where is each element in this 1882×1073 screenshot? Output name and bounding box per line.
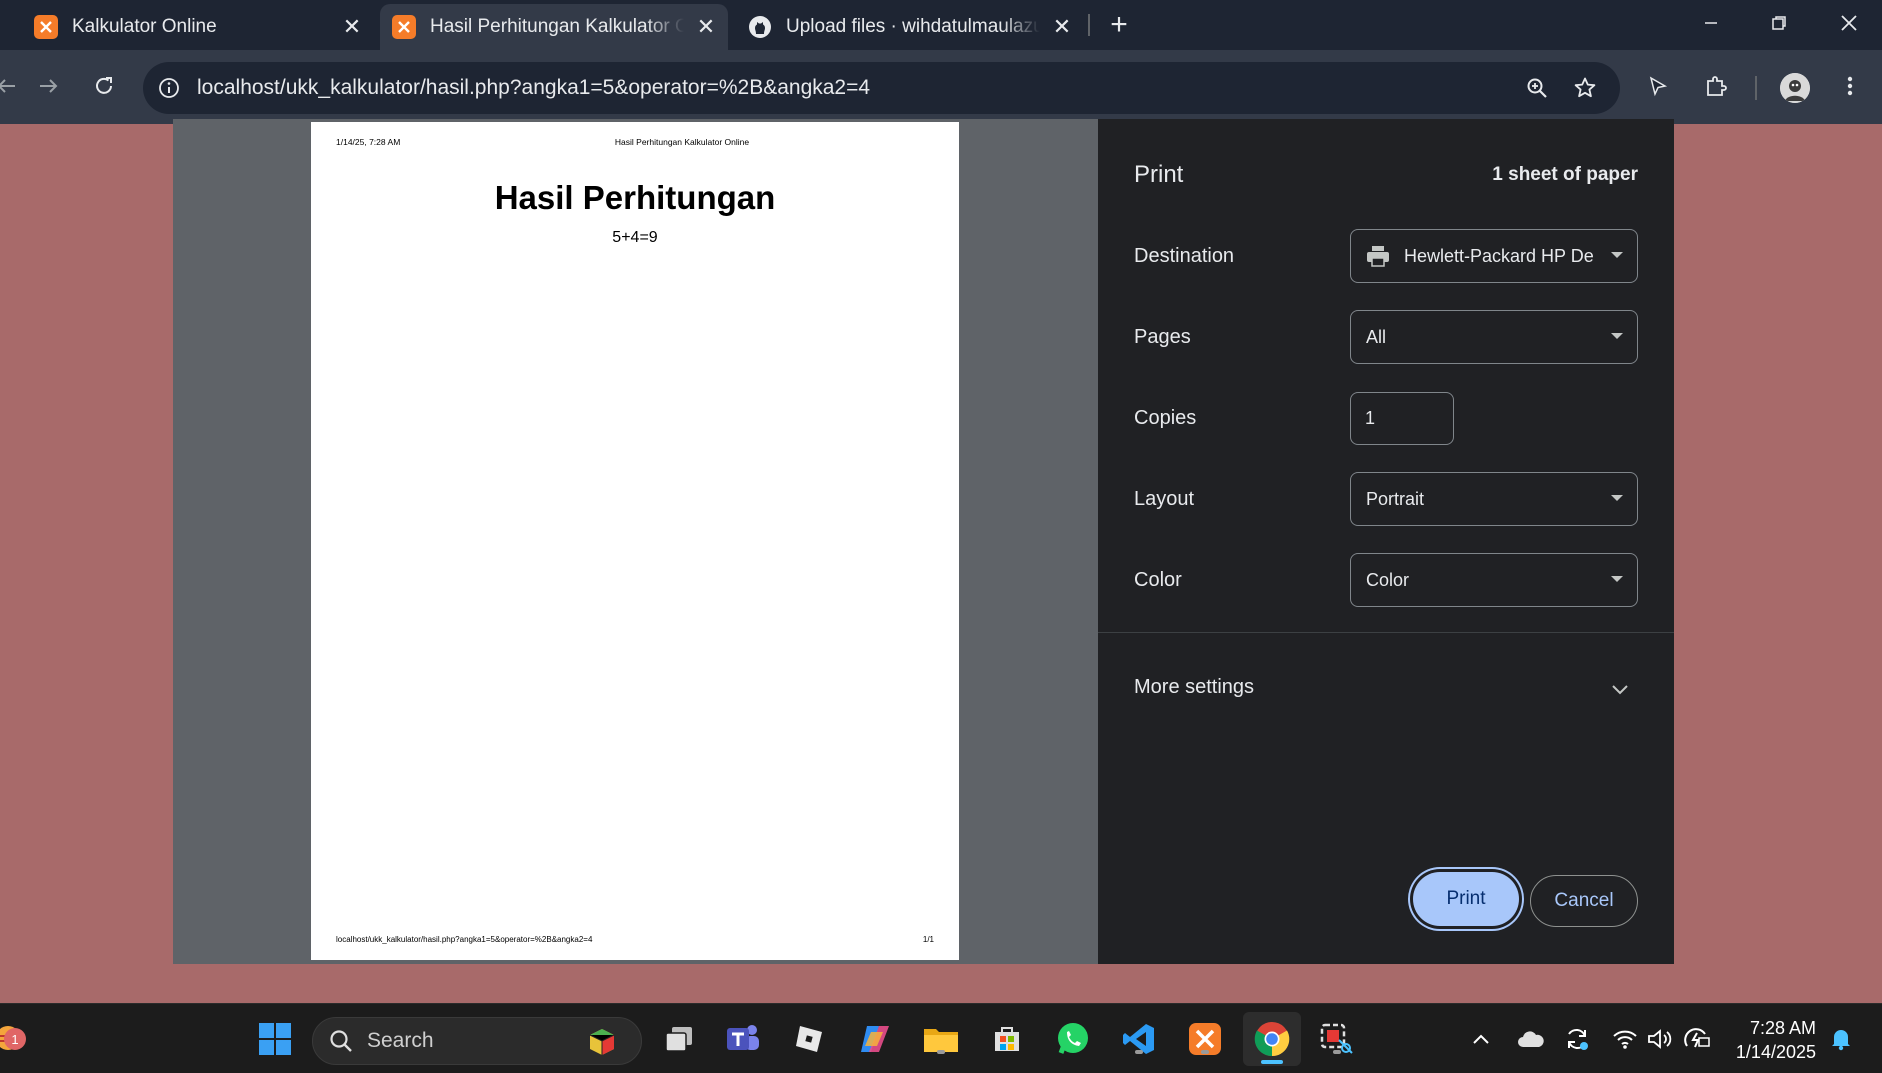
menu-kebab-icon[interactable]	[1830, 66, 1870, 106]
more-settings-toggle[interactable]: More settings	[1134, 676, 1254, 699]
chevron-down-icon[interactable]	[1608, 677, 1632, 701]
restore-icon[interactable]	[1746, 0, 1812, 46]
divider	[1098, 632, 1674, 633]
running-indicator	[1333, 1050, 1341, 1054]
wifi-icon[interactable]	[1608, 1024, 1642, 1054]
github-icon	[748, 15, 772, 39]
tab-close-icon[interactable]: ✕	[1050, 14, 1074, 39]
new-tab-icon[interactable]: +	[1102, 8, 1136, 42]
running-indicator	[1135, 1050, 1143, 1054]
windows-taskbar: 1 Search 7:28 AM 1/14/2025	[0, 1003, 1882, 1073]
pages-label: Pages	[1134, 326, 1191, 348]
page-heading: Hasil Perhitungan	[494, 179, 776, 216]
chrome-icon[interactable]	[1243, 1012, 1301, 1066]
print-title: Print	[1134, 161, 1184, 188]
sheet-count: 1 sheet of paper	[1492, 164, 1638, 185]
battery-charging-icon[interactable]	[1680, 1024, 1714, 1054]
layout-label: Layout	[1134, 488, 1195, 510]
destination-label: Destination	[1134, 245, 1235, 267]
onedrive-icon[interactable]	[1514, 1024, 1548, 1054]
tab-hasil-perhitungan[interactable]: Hasil Perhitungan Kalkulator Online ✕	[380, 4, 728, 50]
xampp-icon	[34, 15, 58, 39]
clock-date: 1/14/2025	[1735, 1042, 1816, 1062]
microsoft-store-icon[interactable]	[988, 1020, 1026, 1058]
rubiks-cube-icon	[587, 1027, 617, 1057]
windows-start-icon[interactable]	[256, 1020, 294, 1058]
dropdown-caret-icon	[1611, 333, 1623, 339]
tab-title: Upload files · wihdatulmaulazuhro	[786, 16, 1040, 37]
pages-select[interactable]: All	[1350, 310, 1638, 364]
weather-icon[interactable]: 1	[0, 1018, 30, 1056]
preview-page: 1/14/25, 7:28 AM Hasil Perhitungan Kalku…	[311, 122, 959, 960]
snipping-tool-icon[interactable]	[1318, 1020, 1356, 1058]
layout-value: Portrait	[1366, 488, 1425, 509]
search-label: Search	[367, 1029, 434, 1052]
system-clock[interactable]: 7:28 AM 1/14/2025	[1720, 1016, 1816, 1064]
file-explorer-icon[interactable]	[922, 1020, 960, 1058]
calculation-result: 5+4=9	[612, 229, 658, 246]
color-value: Color	[1366, 569, 1410, 590]
tab-separator	[1088, 14, 1090, 36]
color-select[interactable]: Color	[1350, 553, 1638, 607]
tab-close-icon[interactable]: ✕	[694, 14, 718, 39]
vscode-icon[interactable]	[1120, 1020, 1158, 1058]
copies-label: Copies	[1134, 407, 1197, 429]
tab-title: Kalkulator Online	[72, 16, 217, 37]
xampp-icon[interactable]	[1186, 1020, 1224, 1058]
notification-bell-icon[interactable]	[1826, 1024, 1856, 1054]
site-info-icon[interactable]	[155, 74, 183, 102]
volume-icon[interactable]	[1642, 1024, 1676, 1054]
dropdown-caret-icon	[1611, 495, 1623, 501]
reload-icon[interactable]	[84, 66, 124, 106]
print-button[interactable]: Print	[1413, 872, 1519, 926]
copilot-icon[interactable]	[856, 1020, 894, 1058]
copies-input[interactable]: 1	[1350, 392, 1454, 445]
bookmark-star-icon[interactable]	[1565, 68, 1605, 108]
running-indicator	[1201, 1050, 1209, 1054]
tab-strip: Kalkulator Online ✕ Hasil Perhitungan Ka…	[0, 0, 1882, 50]
minimize-icon[interactable]	[1678, 0, 1744, 46]
xampp-icon	[392, 15, 416, 39]
whatsapp-icon[interactable]	[1054, 1020, 1092, 1058]
destination-value: Hewlett-Packard HP Deskjet	[1404, 245, 1594, 266]
search-icon	[329, 1029, 353, 1053]
tab-kalkulator-online[interactable]: Kalkulator Online ✕	[34, 4, 364, 50]
printer-icon	[1366, 245, 1390, 267]
print-settings-panel: Print 1 sheet of paper Destination Hewle…	[1098, 119, 1674, 964]
zoom-icon[interactable]	[1517, 68, 1557, 108]
clock-time: 7:28 AM	[1749, 1018, 1816, 1038]
layout-select[interactable]: Portrait	[1350, 472, 1638, 526]
browser-toolbar: localhost/ukk_kalkulator/hasil.php?angka…	[0, 50, 1882, 124]
toolbar-divider	[1755, 76, 1757, 100]
color-label: Color	[1134, 569, 1182, 591]
destination-select[interactable]: Hewlett-Packard HP Deskjet	[1350, 229, 1638, 283]
taskbar-search[interactable]: Search	[312, 1017, 642, 1065]
dropdown-caret-icon	[1611, 576, 1623, 582]
address-bar[interactable]: localhost/ukk_kalkulator/hasil.php?angka…	[143, 62, 1620, 114]
running-indicator	[937, 1050, 945, 1054]
close-window-icon[interactable]	[1816, 0, 1882, 46]
dropdown-caret-icon	[1611, 252, 1623, 258]
teams-icon[interactable]	[724, 1020, 762, 1058]
chevron-up-icon[interactable]	[1466, 1024, 1496, 1054]
pages-value: All	[1366, 326, 1387, 347]
extensions-icon[interactable]	[1696, 66, 1736, 106]
back-icon[interactable]	[0, 66, 26, 106]
url-text: localhost/ukk_kalkulator/hasil.php?angka…	[197, 76, 871, 99]
tab-upload-files[interactable]: Upload files · wihdatulmaulazuhro ✕	[748, 4, 1074, 50]
tab-title: Hasil Perhitungan Kalkulator Online	[430, 16, 684, 37]
page-footer-url: localhost/ukk_kalkulator/hasil.php?angka…	[336, 935, 593, 944]
sync-icon[interactable]	[1560, 1024, 1594, 1054]
notification-badge: 1	[4, 1028, 26, 1050]
cancel-button[interactable]: Cancel	[1530, 875, 1638, 927]
page-footer-number: 1/1	[922, 935, 934, 944]
tab-close-icon[interactable]: ✕	[340, 14, 364, 39]
task-view-icon[interactable]	[660, 1020, 698, 1058]
roblox-icon[interactable]	[790, 1020, 828, 1058]
running-indicator	[1261, 1060, 1283, 1064]
cursor-extension-icon[interactable]	[1638, 66, 1678, 106]
profile-avatar[interactable]	[1780, 73, 1810, 103]
page-header-title: Hasil Perhitungan Kalkulator Online	[614, 137, 750, 147]
forward-icon[interactable]	[29, 66, 69, 106]
